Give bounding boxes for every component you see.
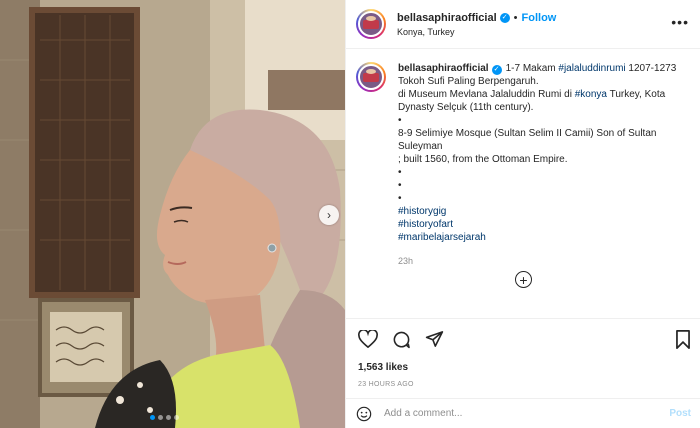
- caption-fragment: Dynasty Selçuk (11th century).: [398, 102, 534, 113]
- more-options-icon[interactable]: •••: [671, 15, 689, 29]
- caption-area: bellasaphiraofficial ✓ 1-7 Makam #jalaludd…: [346, 50, 700, 312]
- comment-icon[interactable]: [392, 330, 411, 349]
- caption-fragment: •: [398, 115, 402, 126]
- caption-fragment: Turkey, Kota: [607, 89, 666, 100]
- heart-icon[interactable]: [358, 330, 378, 348]
- post-timestamp[interactable]: 23 HOURS AGO: [358, 381, 691, 388]
- caption-line: •: [398, 179, 688, 192]
- caption-fragment: 8-9 Selimiye Mosque (Sultan Selim II Cam…: [398, 128, 657, 152]
- post-panel: bellasaphiraofficial ✓ • Follow Konya, T…: [345, 0, 700, 428]
- caption-line: ; built 1560, from the Ottoman Empire.: [398, 153, 688, 166]
- next-slide-button[interactable]: ›: [319, 205, 339, 225]
- verified-badge-icon: ✓: [491, 65, 502, 75]
- emoji-icon[interactable]: [356, 406, 372, 422]
- caption-text: bellasaphiraofficial ✓ 1-7 Makam #jalaludd…: [398, 62, 688, 268]
- caption-fragment: di Museum Mevlana Jalaluddin Rumi di: [398, 89, 575, 100]
- caption-line: bellasaphiraofficial ✓ 1-7 Makam #jalaludd…: [398, 62, 688, 75]
- share-icon[interactable]: [425, 330, 444, 348]
- comment-input[interactable]: [384, 408, 670, 419]
- hashtag-link[interactable]: #maribelajarsejarah: [398, 232, 486, 243]
- username-link[interactable]: bellasaphiraofficial: [397, 12, 497, 24]
- hashtag-link[interactable]: #historygig: [398, 206, 446, 217]
- location-link[interactable]: Konya, Turkey: [397, 27, 556, 37]
- caption-fragment: 1207-1273: [625, 63, 677, 74]
- carousel-dot: [158, 415, 163, 420]
- load-more-comments-button[interactable]: +: [515, 271, 532, 288]
- comment-preview: [358, 310, 688, 312]
- action-bar: 1,563 likes 23 HOURS AGO: [346, 318, 700, 388]
- caption-time[interactable]: 23h: [398, 255, 688, 268]
- add-comment-bar: Post: [346, 398, 700, 428]
- caption-line: #historygig: [398, 205, 688, 218]
- verified-badge-icon: ✓: [499, 12, 510, 23]
- caption-line: •: [398, 192, 688, 205]
- caption-line: #historyofart: [398, 218, 688, 231]
- carousel-dots: [150, 415, 179, 420]
- follow-button[interactable]: Follow: [522, 12, 557, 24]
- caption-fragment: Tokoh Sufi Paling Berpengaruh.: [398, 76, 539, 87]
- caption-line: #maribelajarsejarah: [398, 231, 688, 244]
- avatar[interactable]: [356, 9, 386, 39]
- caption-line: •: [398, 114, 688, 127]
- post-photo[interactable]: ›: [0, 0, 345, 428]
- post-comment-button[interactable]: Post: [669, 408, 691, 419]
- caption-line: 8-9 Selimiye Mosque (Sultan Selim II Cam…: [398, 127, 688, 153]
- post-header: bellasaphiraofficial ✓ • Follow Konya, T…: [346, 0, 700, 49]
- caption-avatar[interactable]: [356, 62, 386, 92]
- carousel-dot: [166, 415, 171, 420]
- carousel-dot: [174, 415, 179, 420]
- caption-username-link[interactable]: bellasaphiraofficial: [398, 63, 489, 74]
- hashtag-link[interactable]: #konya: [575, 89, 607, 100]
- caption-line: Dynasty Selçuk (11th century).: [398, 101, 688, 114]
- caption-fragment: ; built 1560, from the Ottoman Empire.: [398, 154, 568, 165]
- separator: •: [513, 11, 518, 24]
- caption-line: di Museum Mevlana Jalaluddin Rumi di #ko…: [398, 88, 688, 101]
- photo-illustration: [0, 0, 345, 428]
- caption-line: Tokoh Sufi Paling Berpengaruh.: [398, 75, 688, 88]
- hashtag-link[interactable]: #jalaluddinrumi: [558, 63, 625, 74]
- caption-fragment: •: [398, 193, 402, 204]
- likes-count[interactable]: 1,563 likes: [358, 362, 691, 373]
- caption-fragment: •: [398, 167, 402, 178]
- bookmark-icon[interactable]: [675, 329, 691, 349]
- caption-fragment: 1-7 Makam: [505, 63, 559, 74]
- caption-line: •: [398, 166, 688, 179]
- caption-fragment: •: [398, 180, 402, 191]
- carousel-dot-active: [150, 415, 155, 420]
- hashtag-link[interactable]: #historyofart: [398, 219, 453, 230]
